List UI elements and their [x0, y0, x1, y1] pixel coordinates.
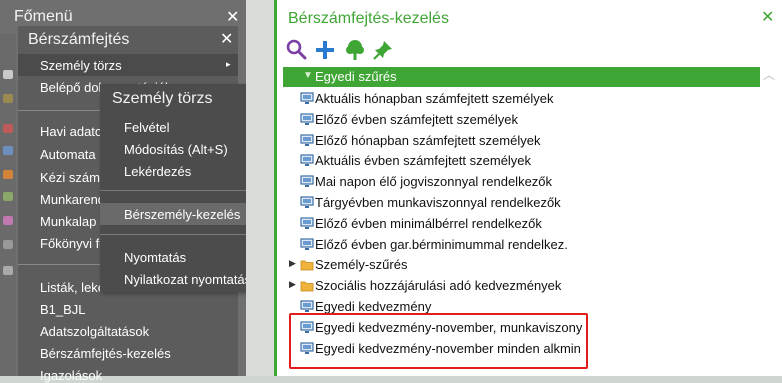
szemely-torzs-title: Személy törzs — [112, 90, 213, 107]
menu-item-berszemely-kezeles[interactable]: Bérszemély-kezelés — [124, 207, 240, 222]
filter-row[interactable]: Előző évben minimálbérrel rendelkezők — [289, 214, 759, 234]
menu-item-lekerdezes[interactable]: Lekérdezés — [124, 164, 191, 179]
strip-icon — [3, 94, 13, 103]
berszamfejtes-close-icon[interactable]: ✕ — [220, 29, 233, 49]
menu-item-berszamfejtes-kezeles[interactable]: Bérszámfejtés-kezelés — [40, 346, 171, 361]
filter-row[interactable]: Tárgyévben munkaviszonnyal rendelkezők — [289, 193, 759, 213]
row-label: Tárgyévben munkaviszonnyal rendelkezők — [315, 195, 561, 210]
menu-item-adatszolgaltatasok[interactable]: Adatszolgáltatások — [40, 324, 149, 339]
monitor-icon — [300, 133, 314, 147]
row-label: Aktuális hónapban számfejtett személyek — [315, 91, 554, 106]
search-icon[interactable] — [285, 38, 309, 62]
monitor-icon — [300, 154, 314, 167]
filter-row[interactable]: Egyedi kedvezmény-november minden alkmin — [289, 339, 759, 359]
scroll-up-icon[interactable]: ︿ — [763, 66, 775, 83]
menu-item-munkalap[interactable]: Munkalap — [40, 214, 96, 229]
submenu-arrow-icon: ▸ — [226, 59, 231, 69]
filter-row[interactable]: Aktuális évben számfejtett személyek — [289, 151, 759, 171]
strip-icon — [3, 124, 13, 133]
monitor-icon — [300, 175, 314, 188]
menu-item-modositas[interactable]: Módosítás (Alt+S) — [124, 142, 228, 157]
row-label: Aktuális évben számfejtett személyek — [315, 153, 532, 169]
fomenu-title: Főmenü — [14, 8, 73, 25]
strip-icon — [3, 240, 13, 249]
monitor-icon — [300, 321, 314, 334]
row-label: Előző hónapban számfejtett személyek — [315, 132, 541, 148]
strip-icon — [3, 146, 13, 155]
monitor-icon — [300, 237, 314, 251]
expand-arrow-icon[interactable]: ▶ — [289, 279, 296, 290]
tree-folder-row[interactable]: ▶ Személy-szűrés — [289, 255, 759, 275]
fomenu-close-icon[interactable]: ✕ — [226, 7, 239, 27]
monitor-icon — [300, 300, 314, 313]
monitor-icon — [300, 92, 314, 105]
filter-group-label: Egyedi szűrés — [315, 69, 397, 84]
row-label: Előző évben gar.bérminimummal rendelkez. — [315, 236, 568, 252]
filter-group-header[interactable]: ▼ Egyedi szűrés — [283, 67, 760, 87]
add-icon[interactable] — [313, 38, 337, 62]
row-label: Mai napon élő jogviszonnyal rendelkezők — [315, 174, 553, 190]
filter-row[interactable]: Előző hónapban számfejtett személyek — [289, 131, 759, 151]
folder-icon — [300, 258, 314, 271]
tree-folder-row[interactable]: ▶ Szociális hozzájárulási adó kedvezménye… — [289, 276, 759, 296]
menu-item-nyilatkozat-nyomtatas[interactable]: Nyilatkozat nyomtatás — [124, 272, 251, 287]
background-gap — [246, 0, 274, 376]
menu-item-munkarend[interactable]: Munkarend — [40, 192, 105, 207]
menu-item-felvetel[interactable]: Felvétel — [124, 120, 170, 135]
expand-arrow-icon[interactable]: ▶ — [289, 258, 296, 269]
berszamfejtes-title: Bérszámfejtés — [28, 31, 130, 48]
filter-row[interactable]: Mai napon élő jogviszonnyal rendelkezők — [289, 172, 759, 192]
menu-item-b1-bjl[interactable]: B1_BJL — [40, 302, 86, 317]
strip-icon — [3, 192, 13, 201]
panel-close-icon[interactable]: ✕ — [761, 7, 774, 27]
monitor-icon — [300, 217, 314, 230]
monitor-icon — [300, 341, 314, 355]
filter-row[interactable]: Egyedi kedvezmény — [289, 297, 759, 317]
fomenu-icon-strip — [0, 34, 16, 376]
row-label: Szociális hozzájárulási adó kedvezmények — [315, 278, 562, 294]
expanded-triangle-icon: ▼ — [303, 70, 313, 81]
row-label: Előző évben számfejtett személyek — [315, 111, 519, 127]
filter-row[interactable]: Előző évben gar.bérminimummal rendelkez. — [289, 235, 759, 255]
row-label: Személy-szűrés — [315, 257, 408, 273]
menu-item-nyomtatas[interactable]: Nyomtatás — [124, 250, 186, 265]
row-label: Egyedi kedvezmény-november, munkaviszony — [315, 319, 583, 335]
tree-icon[interactable] — [343, 38, 367, 62]
panel-title: Bérszámfejtés-kezelés — [288, 10, 449, 27]
monitor-icon — [300, 196, 314, 209]
folder-icon — [300, 279, 314, 292]
filter-row[interactable]: Előző évben számfejtett személyek — [289, 110, 759, 130]
strip-icon — [3, 70, 13, 79]
berszamfejtes-kezeles-panel: Bérszámfejtés-kezelés ✕ ▼ Egyedi szűrés … — [274, 0, 782, 376]
filter-row[interactable]: Aktuális hónapban számfejtett személyek — [289, 89, 759, 109]
monitor-icon — [300, 113, 314, 126]
filter-row[interactable]: Egyedi kedvezmény-november, munkaviszony — [289, 318, 759, 338]
menu-item-automata[interactable]: Automata — [40, 147, 96, 162]
row-label: Előző évben minimálbérrel rendelkezők — [315, 215, 542, 231]
strip-icon — [3, 216, 13, 225]
row-label: Egyedi kedvezmény — [315, 299, 432, 314]
row-label: Egyedi kedvezmény-november minden alkmin — [315, 340, 581, 356]
strip-icon — [3, 170, 13, 179]
menu-item-szemely-torzs[interactable]: Személy törzs — [40, 58, 122, 73]
pin-icon[interactable] — [371, 38, 395, 62]
strip-icon — [3, 266, 13, 275]
menu-item-havi-adatok[interactable]: Havi adatok — [40, 124, 109, 139]
